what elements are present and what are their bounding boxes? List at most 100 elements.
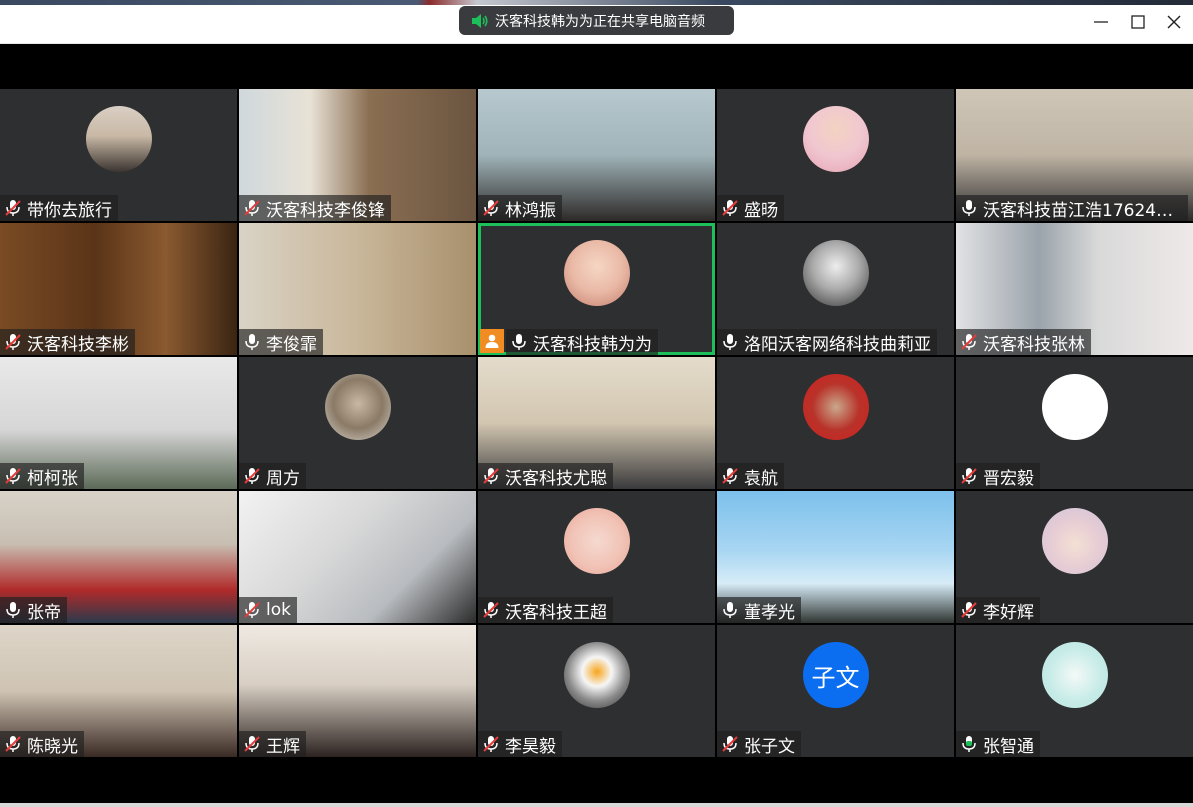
- participant-name: 李俊霏: [266, 334, 317, 355]
- participant-name: 李好辉: [983, 602, 1034, 623]
- participant-tile[interactable]: 沃客科技苗江浩176248...: [956, 89, 1193, 221]
- participant-label: 林鸿振: [478, 195, 562, 221]
- participant-label: lok: [239, 597, 297, 623]
- minimize-button[interactable]: [1091, 12, 1111, 32]
- participant-tile[interactable]: 袁航: [717, 357, 954, 489]
- mic-muted-icon: [244, 602, 260, 618]
- maximize-button[interactable]: [1128, 12, 1148, 32]
- participant-name: 林鸿振: [505, 200, 556, 221]
- window-title-bar: 沃客科技韩为为正在共享电脑音频: [0, 0, 1193, 44]
- participant-tile[interactable]: 李俊霏: [239, 223, 476, 355]
- participant-tile[interactable]: 沃客科技张林: [956, 223, 1193, 355]
- mic-muted-icon: [483, 200, 499, 216]
- mic-muted-icon: [244, 736, 260, 752]
- participant-name: 李昊毅: [505, 736, 556, 757]
- participant-label: 沃客科技王超: [478, 597, 613, 623]
- participant-label: 陈晓光: [0, 731, 84, 757]
- avatar: [563, 240, 630, 306]
- participant-name: 晋宏毅: [983, 468, 1034, 489]
- mic-muted-icon: [5, 468, 21, 484]
- participant-grid: 带你去旅行 沃客科技李俊锋 林鸿振 盛旸 沃客科技苗江浩176248... 沃客…: [0, 89, 1193, 758]
- participant-label: 洛阳沃客网络科技曲莉亚: [717, 329, 937, 355]
- participant-name: 柯柯张: [27, 468, 78, 489]
- participant-name: 王辉: [266, 736, 300, 757]
- audio-share-banner: 沃客科技韩为为正在共享电脑音频: [459, 6, 734, 35]
- mic-muted-icon: [5, 334, 21, 350]
- participant-tile[interactable]: 林鸿振: [478, 89, 715, 221]
- avatar: [324, 374, 391, 440]
- participant-tile[interactable]: 陈晓光: [0, 625, 237, 757]
- participant-tile[interactable]: 子文 张子文: [717, 625, 954, 757]
- participant-label: 带你去旅行: [0, 195, 118, 221]
- participant-name: 陈晓光: [27, 736, 78, 757]
- participant-tile[interactable]: 董孝光: [717, 491, 954, 623]
- participant-name: 沃客科技李彬: [27, 334, 129, 355]
- participant-tile[interactable]: 沃客科技尤聪: [478, 357, 715, 489]
- participant-tile[interactable]: lok: [239, 491, 476, 623]
- avatar: [1041, 374, 1108, 440]
- mic-on-icon: [962, 200, 976, 216]
- participant-tile[interactable]: 洛阳沃客网络科技曲莉亚: [717, 223, 954, 355]
- participant-name: 董孝光: [744, 602, 795, 623]
- participant-tile[interactable]: 王辉: [239, 625, 476, 757]
- participant-label: 张智通: [956, 731, 1040, 757]
- participant-label: 沃客科技张林: [956, 329, 1091, 355]
- participant-name: 周方: [266, 468, 300, 489]
- host-icon: [485, 334, 499, 348]
- participant-label: 盛旸: [717, 195, 784, 221]
- participant-label: 沃客科技苗江浩176248...: [956, 195, 1188, 221]
- mic-muted-icon: [5, 736, 21, 752]
- participant-label: 李俊霏: [239, 329, 323, 355]
- avatar: [1041, 508, 1108, 574]
- participant-name: 张子文: [744, 736, 795, 757]
- maximize-icon: [1131, 15, 1145, 29]
- participant-name: 带你去旅行: [27, 200, 112, 221]
- avatar: [85, 106, 152, 172]
- mic-on-icon: [723, 334, 737, 350]
- participant-label: 董孝光: [717, 597, 801, 623]
- participant-tile[interactable]: 沃客科技王超: [478, 491, 715, 623]
- mic-muted-icon: [244, 200, 260, 216]
- participant-tile[interactable]: 盛旸: [717, 89, 954, 221]
- mic-on-icon: [723, 602, 737, 618]
- mic-muted-icon: [961, 468, 977, 484]
- mic-muted-icon: [244, 468, 260, 484]
- participant-tile[interactable]: 带你去旅行: [0, 89, 237, 221]
- bottom-bar: [0, 758, 1193, 807]
- audio-share-text: 沃客科技韩为为正在共享电脑音频: [495, 13, 705, 30]
- participant-label: 张帝: [0, 597, 67, 623]
- participant-tile[interactable]: 柯柯张: [0, 357, 237, 489]
- participant-tile[interactable]: 沃客科技李俊锋: [239, 89, 476, 221]
- participant-tile[interactable]: 李好辉: [956, 491, 1193, 623]
- participant-name: 沃客科技苗江浩176248...: [983, 200, 1182, 221]
- text-avatar: 子文: [802, 642, 869, 708]
- participant-label: 柯柯张: [0, 463, 84, 489]
- avatar: [802, 374, 869, 440]
- participant-label: 袁航: [717, 463, 784, 489]
- participant-tile[interactable]: 周方: [239, 357, 476, 489]
- mic-muted-icon: [722, 468, 738, 484]
- avatar: [1041, 642, 1108, 708]
- participant-tile-active-speaker[interactable]: 沃客科技韩为为: [478, 223, 715, 355]
- participant-label: 王辉: [239, 731, 306, 757]
- avatar: [563, 508, 630, 574]
- mic-muted-icon: [722, 736, 738, 752]
- participant-name: 洛阳沃客网络科技曲莉亚: [744, 334, 931, 355]
- close-button[interactable]: [1164, 12, 1184, 32]
- close-icon: [1167, 15, 1181, 29]
- participant-tile[interactable]: 张智通: [956, 625, 1193, 757]
- participant-label: 周方: [239, 463, 306, 489]
- participant-label: 沃客科技尤聪: [478, 463, 613, 489]
- participant-label: 沃客科技李彬: [0, 329, 135, 355]
- participant-label: 晋宏毅: [956, 463, 1040, 489]
- participant-tile[interactable]: 沃客科技李彬: [0, 223, 237, 355]
- participant-tile[interactable]: 晋宏毅: [956, 357, 1193, 489]
- participant-name: 袁航: [744, 468, 778, 489]
- participant-name: 沃客科技张林: [983, 334, 1085, 355]
- mic-on-icon: [512, 334, 526, 350]
- participant-tile[interactable]: 李昊毅: [478, 625, 715, 757]
- mic-on-icon: [245, 334, 259, 350]
- participant-tile[interactable]: 张帝: [0, 491, 237, 623]
- mic-speaking-icon: [962, 736, 976, 752]
- mic-muted-icon: [483, 602, 499, 618]
